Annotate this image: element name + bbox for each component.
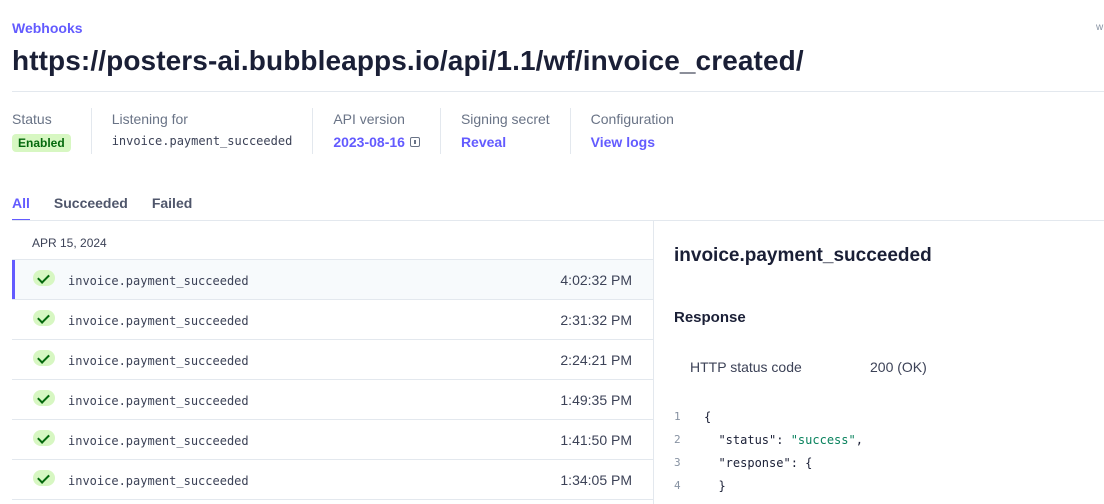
event-name: invoice.payment_succeeded	[68, 353, 249, 368]
event-row[interactable]: invoice.payment_succeeded 2:24:21 PM	[12, 340, 653, 380]
event-row[interactable]: invoice.payment_succeeded 1:34:05 PM	[12, 460, 653, 500]
detail-title: invoice.payment_succeeded	[674, 245, 932, 266]
page-title: https://posters-ai.bubbleapps.io/api/1.1…	[12, 45, 804, 76]
event-name: invoice.payment_succeeded	[68, 313, 249, 328]
event-row[interactable]: invoice.payment_succeeded 2:31:32 PM	[12, 300, 653, 340]
http-status-label: HTTP status code	[690, 359, 802, 375]
date-header: APR 15, 2024	[12, 221, 653, 260]
response-heading: Response	[674, 309, 746, 326]
tab-failed[interactable]: Failed	[152, 195, 192, 221]
corner-text: w	[1096, 22, 1104, 33]
event-name: invoice.payment_succeeded	[68, 393, 249, 408]
tab-all[interactable]: All	[12, 195, 30, 221]
listening-value: invoice.payment_succeeded	[111, 134, 293, 148]
event-filter-tabs: All Succeeded Failed	[12, 195, 216, 221]
code-string: "success"	[790, 433, 856, 447]
breadcrumb[interactable]: Webhooks	[12, 20, 83, 36]
code-line: 3 "response": {	[674, 456, 863, 479]
signing-secret-column: Signing secret Reveal	[461, 108, 571, 154]
event-name: invoice.payment_succeeded	[68, 433, 249, 448]
configuration-label: Configuration	[590, 111, 674, 127]
check-icon	[33, 469, 55, 486]
code-text: }	[704, 479, 726, 493]
view-logs-link[interactable]: View logs	[591, 134, 655, 150]
event-row[interactable]: invoice.payment_succeeded 1:41:50 PM	[12, 420, 653, 460]
event-time: 1:41:50 PM	[560, 431, 632, 448]
check-icon	[33, 389, 55, 406]
api-version-label: API version	[333, 111, 405, 127]
line-number: 4	[674, 479, 681, 492]
event-time: 2:31:32 PM	[560, 311, 632, 328]
status-label: Status	[12, 111, 52, 127]
event-row[interactable]: invoice.payment_succeeded 1:49:35 PM	[12, 380, 653, 420]
event-time: 2:24:21 PM	[560, 351, 632, 368]
line-number: 2	[674, 433, 681, 446]
code-punct: ,	[855, 433, 863, 447]
code-line: 2 "status": "success",	[674, 433, 863, 456]
endpoint-meta: Status Enabled Listening for invoice.pay…	[12, 108, 714, 156]
code-line: 4 }	[674, 479, 863, 502]
reveal-secret-link[interactable]: Reveal	[461, 134, 506, 150]
http-status-value: 200 (OK)	[870, 359, 927, 375]
check-icon	[33, 429, 55, 446]
status-badge: Enabled	[12, 134, 71, 152]
event-time: 1:49:35 PM	[560, 391, 632, 408]
configuration-column: Configuration View logs	[591, 108, 694, 154]
check-icon	[33, 269, 55, 286]
listening-label: Listening for	[111, 111, 188, 127]
check-icon	[33, 309, 55, 326]
event-name: invoice.payment_succeeded	[68, 473, 249, 488]
listening-column: Listening for invoice.payment_succeeded	[112, 108, 314, 154]
event-time: 1:34:05 PM	[560, 471, 632, 488]
event-row[interactable]: invoice.payment_succeeded 4:02:32 PM	[12, 260, 653, 300]
code-line: 1 {	[674, 410, 863, 433]
event-list: APR 15, 2024 invoice.payment_succeeded 4…	[12, 221, 654, 504]
event-name: invoice.payment_succeeded	[68, 273, 249, 288]
api-version-column: API version 2023-08-16	[333, 108, 441, 154]
code-text: {	[704, 410, 712, 424]
code-text: "response": {	[704, 456, 813, 470]
divider	[12, 91, 1104, 92]
api-version-link[interactable]: 2023-08-16	[333, 134, 405, 150]
status-column: Status Enabled	[12, 108, 92, 154]
signing-secret-label: Signing secret	[460, 111, 550, 127]
event-time: 4:02:32 PM	[560, 271, 632, 288]
code-key: "status":	[704, 433, 791, 447]
line-number: 1	[674, 410, 681, 423]
check-icon	[33, 349, 55, 366]
line-number: 3	[674, 456, 681, 469]
event-detail-panel: invoice.payment_succeeded Response HTTP …	[674, 221, 1104, 504]
info-icon[interactable]	[409, 137, 420, 147]
tab-succeeded[interactable]: Succeeded	[54, 195, 128, 221]
response-body-code: 1 { 2 "status": "success", 3 "response":…	[674, 410, 863, 502]
